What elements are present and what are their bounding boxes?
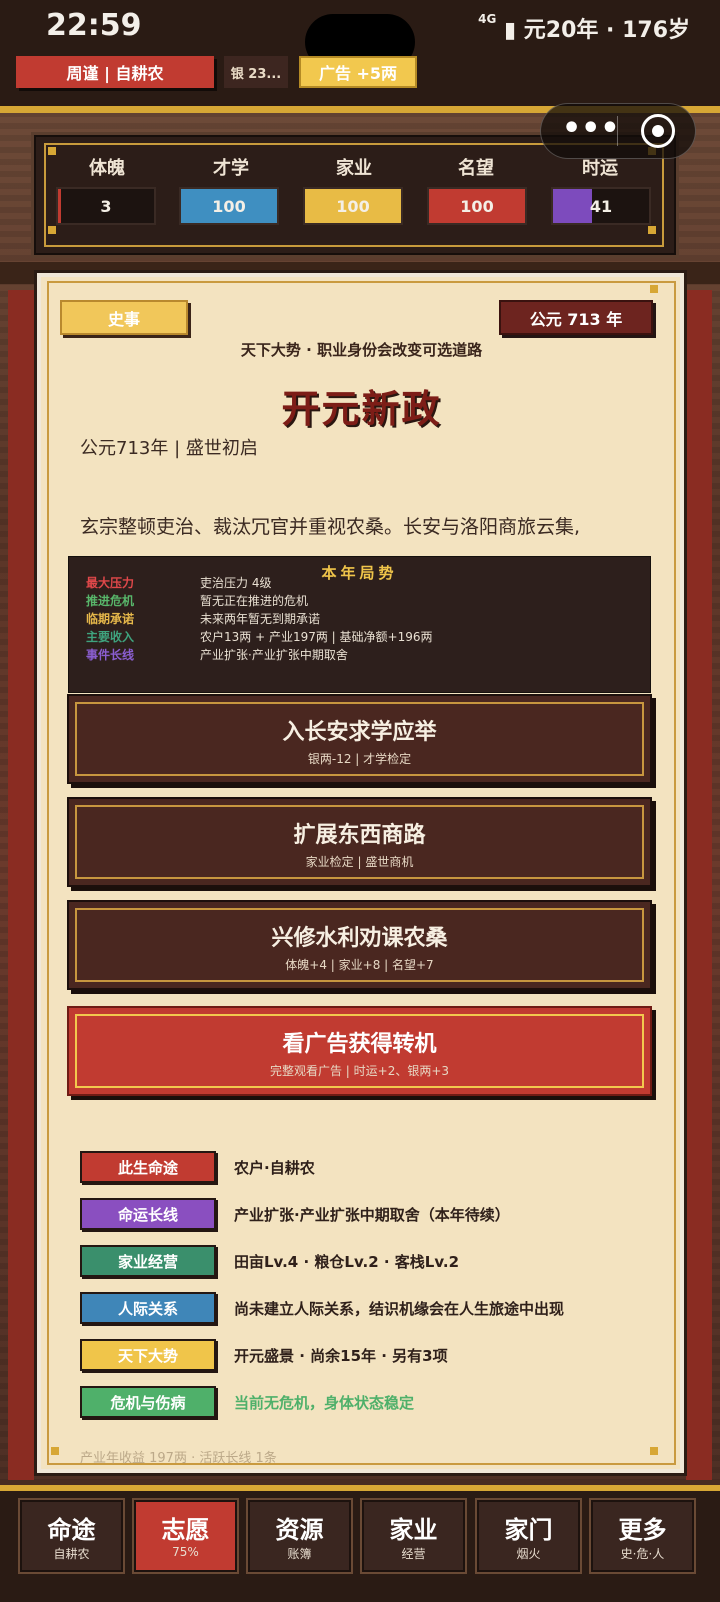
- situation-key: 主要收入: [86, 630, 135, 644]
- nav-tab-label: 家门: [504, 1516, 553, 1544]
- stat-bar: 3: [56, 187, 156, 225]
- stat-bar: 41: [551, 187, 651, 225]
- signal-icon: ▮: [504, 18, 517, 43]
- watch-ad-choice-button[interactable]: 看广告获得转机完整观看广告 | 时运+2、银两+3: [67, 1006, 652, 1096]
- info-tag[interactable]: 危机与伤病: [80, 1386, 216, 1418]
- palace-pillar-right: [686, 290, 712, 1480]
- nav-tab-label: 命途: [47, 1516, 96, 1544]
- nav-tab-label: 资源: [275, 1516, 324, 1544]
- event-title: 开元新政: [281, 387, 442, 431]
- info-tag[interactable]: 天下大势: [80, 1339, 216, 1371]
- stat-bar: 100: [179, 187, 279, 225]
- more-dots-icon[interactable]: •••: [562, 114, 620, 148]
- situation-row: 事件长线 产业扩张·产业扩张中期取舍: [86, 646, 626, 664]
- nav-tab-subtitle: 账簿: [287, 1547, 312, 1561]
- nav-tab[interactable]: 家业 经营: [362, 1500, 465, 1572]
- status-time: 22:59: [46, 8, 142, 43]
- frame-corner: [650, 285, 658, 293]
- situation-row: 最大压力 吏治压力 4级: [86, 574, 626, 592]
- situation-row: 主要收入 农户13两 + 产业197两 | 基础净额+196两: [86, 628, 626, 646]
- info-tag[interactable]: 家业经营: [80, 1245, 216, 1277]
- info-text: 开元盛景 · 尚余15年 · 另有3项: [234, 1347, 448, 1365]
- bottom-nav-divider: [0, 1485, 720, 1491]
- info-text: 尚未建立人际关系，结识机缘会在人生旅途中出现: [234, 1300, 565, 1318]
- info-text: 当前无危机，身体状态稳定: [234, 1394, 415, 1412]
- nav-tab-subtitle: 75%: [172, 1545, 199, 1559]
- info-text: 产业扩张·产业扩张中期取舍（本年待续）: [234, 1206, 510, 1224]
- situation-value: 农户13两 + 产业197两 | 基础净额+196两: [200, 630, 433, 644]
- stat-value: 100: [212, 196, 246, 216]
- stat-label: 名望: [458, 158, 494, 179]
- silver-chip[interactable]: 银 23...: [224, 56, 288, 88]
- choice-title: 看广告获得转机: [282, 1032, 437, 1057]
- event-description: 玄宗整顿吏治、裁汰冗官并重视农桑。长安与洛阳商旅云集,: [80, 516, 581, 538]
- situation-row: 临期承诺 未来两年暂无到期承诺: [86, 610, 626, 628]
- choice-subtitle: 家业检定 | 盛世商机: [305, 855, 414, 869]
- status-right: 4G ▮ 元20年 · 176岁: [478, 12, 690, 44]
- choice-button[interactable]: 扩展东西商路家业检定 | 盛世商机: [67, 797, 652, 887]
- stat-value: 100: [460, 196, 494, 216]
- choice-title: 兴修水利劝课农桑: [271, 926, 448, 951]
- palace-pillar-left: [8, 290, 34, 1480]
- frame-corner: [48, 226, 56, 234]
- nav-tab-subtitle: 自耕农: [53, 1547, 90, 1561]
- info-text: 农户·自耕农: [234, 1159, 315, 1177]
- event-year-tag: 公元 713 年: [499, 300, 653, 335]
- frame-corner: [51, 1447, 59, 1455]
- nav-tab-subtitle: 史·危·人: [620, 1547, 665, 1561]
- nav-tab[interactable]: 资源 账簿: [248, 1500, 351, 1572]
- situation-key: 最大压力: [86, 576, 135, 590]
- nav-tab[interactable]: 家门 烟火: [477, 1500, 580, 1572]
- nav-tab-label: 志愿: [161, 1516, 210, 1544]
- event-subtitle: 公元713年 | 盛世初启: [80, 438, 258, 459]
- stat-label: 才学: [213, 158, 249, 179]
- stat-label: 体魄: [89, 158, 125, 179]
- nav-tab-subtitle: 经营: [401, 1547, 426, 1561]
- situation-value: 产业扩张·产业扩张中期取舍: [200, 648, 348, 662]
- stat-bar: 100: [427, 187, 527, 225]
- nav-tab-label: 更多: [618, 1516, 667, 1544]
- frame-corner: [648, 226, 656, 234]
- capsule-separator: [617, 116, 618, 146]
- choice-subtitle: 银两-12 | 才学检定: [307, 752, 412, 766]
- stat-value: 3: [100, 196, 112, 216]
- choice-title: 入长安求学应举: [282, 720, 437, 745]
- choice-subtitle: 体魄+4 | 家业+8 | 名望+7: [285, 958, 434, 972]
- info-tag[interactable]: 此生命途: [80, 1151, 216, 1183]
- situation-value: 暂无正在推进的危机: [200, 594, 309, 608]
- situation-value: 吏治压力 4级: [200, 576, 272, 590]
- nav-tab[interactable]: 命途 自耕农: [20, 1500, 123, 1572]
- info-tag[interactable]: 命运长线: [80, 1198, 216, 1230]
- choice-button[interactable]: 入长安求学应举银两-12 | 才学检定: [67, 694, 652, 784]
- status-right-text: 元20年 · 176岁: [523, 18, 690, 43]
- network-label: 4G: [478, 12, 497, 26]
- situation-key: 推进危机: [86, 594, 135, 608]
- trend-hint: 天下大势 · 职业身份会改变可选道路: [240, 341, 483, 359]
- footer-note: 产业年收益 197两 · 活跃长线 1条: [80, 1451, 277, 1466]
- situation-key: 临期承诺: [86, 612, 135, 626]
- situation-row: 推进危机 暂无正在推进的危机: [86, 592, 626, 610]
- situation-value: 未来两年暂无到期承诺: [200, 612, 321, 626]
- stat-label: 家业: [336, 158, 372, 179]
- frame-corner: [650, 1447, 658, 1455]
- stat-bar: 100: [303, 187, 403, 225]
- event-type-tag: 史事: [60, 300, 188, 335]
- stat-value: 41: [589, 196, 613, 216]
- choice-button[interactable]: 兴修水利劝课农桑体魄+4 | 家业+8 | 名望+7: [67, 900, 652, 990]
- choice-subtitle: 完整观看广告 | 时运+2、银两+3: [269, 1064, 450, 1078]
- ad-reward-button[interactable]: 广告 +5两: [299, 56, 417, 88]
- info-text: 田亩Lv.4 · 粮仓Lv.2 · 客栈Lv.2: [234, 1253, 460, 1271]
- info-tag[interactable]: 人际关系: [80, 1292, 216, 1324]
- nav-tab[interactable]: 志愿 75%: [134, 1500, 237, 1572]
- stat-value: 100: [336, 196, 370, 216]
- choice-title: 扩展东西商路: [293, 823, 426, 848]
- nav-tab-label: 家业: [389, 1516, 438, 1544]
- nav-tab[interactable]: 更多史·危·人: [591, 1500, 694, 1572]
- identity-chip[interactable]: 周谨 | 自耕农: [16, 56, 214, 88]
- situation-key: 事件长线: [86, 648, 135, 662]
- close-target-icon[interactable]: [641, 114, 675, 148]
- nav-tab-subtitle: 烟火: [516, 1547, 541, 1561]
